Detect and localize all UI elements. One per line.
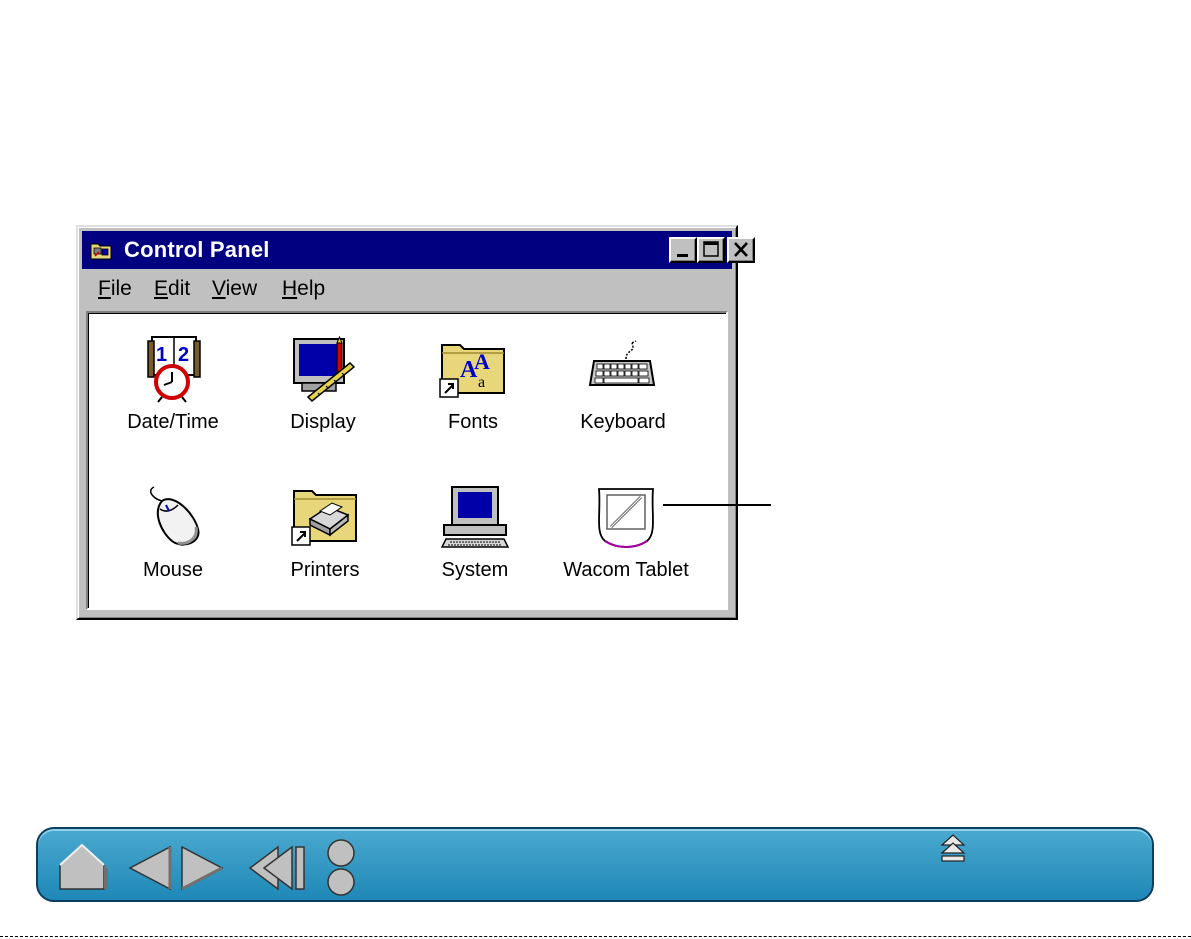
date-time-item[interactable]: 1 2 Date/Time bbox=[98, 335, 248, 434]
back-icon[interactable] bbox=[248, 845, 308, 891]
display-item[interactable]: Display bbox=[248, 335, 398, 434]
toc-index-icon[interactable] bbox=[326, 837, 356, 899]
system-computer-icon bbox=[440, 486, 510, 548]
control-panel-window: Control Panel File Edit View Help 1 2 Da… bbox=[76, 225, 755, 620]
mouse-icon bbox=[150, 486, 200, 546]
menu-file[interactable]: File bbox=[98, 276, 132, 302]
home-icon[interactable] bbox=[56, 843, 112, 893]
item-label: Printers bbox=[290, 559, 360, 581]
menu-edit[interactable]: Edit bbox=[154, 276, 190, 302]
date-time-icon: 1 2 bbox=[147, 336, 201, 403]
callout-line bbox=[663, 504, 771, 506]
maximize-button[interactable] bbox=[697, 237, 725, 263]
item-label: Mouse bbox=[142, 559, 204, 581]
system-item[interactable]: System bbox=[400, 483, 550, 582]
svg-text:a: a bbox=[478, 374, 485, 391]
navigation-bar bbox=[36, 827, 1154, 902]
control-panel-icon-area: 1 2 Date/Time Display A A a Fonts Keyboa… bbox=[86, 311, 728, 610]
next-page-icon[interactable] bbox=[178, 845, 224, 891]
wacom-tablet-icon bbox=[598, 488, 654, 548]
close-icon bbox=[734, 242, 748, 257]
item-label: Fonts bbox=[447, 411, 499, 433]
page-bottom-rule bbox=[0, 936, 1191, 937]
previous-page-icon[interactable] bbox=[128, 845, 174, 891]
minimize-button[interactable] bbox=[669, 237, 697, 263]
menu-help[interactable]: Help bbox=[282, 276, 325, 302]
menu-view[interactable]: View bbox=[212, 276, 257, 302]
wacom-tablet-item[interactable]: Wacom Tablet bbox=[551, 483, 701, 582]
fonts-item[interactable]: A A a Fonts bbox=[398, 335, 548, 434]
display-icon bbox=[293, 335, 356, 403]
item-label: Display bbox=[290, 411, 356, 433]
keyboard-icon bbox=[588, 340, 656, 386]
svg-text:A: A bbox=[474, 349, 490, 374]
item-label: Date/Time bbox=[127, 411, 219, 433]
printers-item[interactable]: Printers bbox=[250, 483, 400, 582]
svg-text:1: 1 bbox=[156, 344, 167, 366]
printers-folder-icon bbox=[291, 490, 357, 546]
close-button[interactable] bbox=[727, 237, 755, 263]
control-panel-folder-icon bbox=[90, 243, 112, 260]
mouse-item[interactable]: Mouse bbox=[98, 483, 248, 582]
window-title: Control Panel bbox=[124, 237, 270, 262]
item-label: System bbox=[441, 559, 509, 581]
item-label: Wacom Tablet bbox=[563, 559, 689, 581]
fonts-folder-icon: A A a bbox=[439, 344, 505, 398]
minimize-icon bbox=[677, 254, 688, 257]
svg-text:2: 2 bbox=[178, 344, 189, 366]
title-bar[interactable]: Control Panel bbox=[82, 231, 755, 269]
menu-bar: File Edit View Help bbox=[82, 271, 732, 307]
maximize-icon bbox=[703, 241, 719, 257]
eject-top-icon[interactable] bbox=[938, 833, 968, 865]
item-label: Keyboard bbox=[580, 411, 666, 433]
keyboard-item[interactable]: Keyboard bbox=[548, 335, 698, 434]
